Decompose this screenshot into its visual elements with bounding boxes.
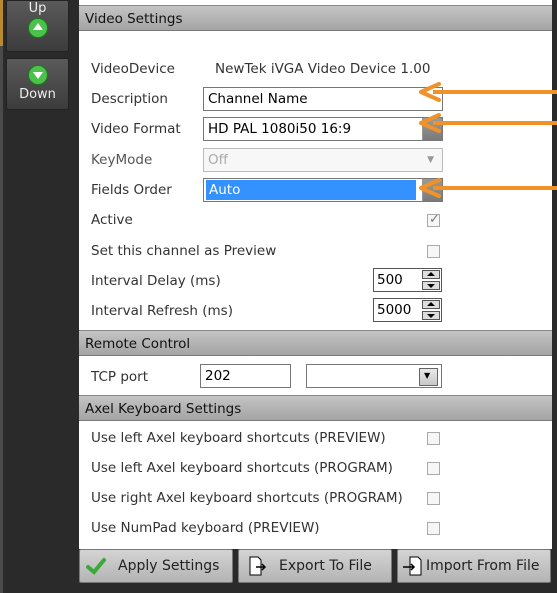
section-header-remote-control: Remote Control: [79, 330, 552, 356]
fields-order-label: Fields Order: [91, 182, 172, 198]
checkmark-icon: [86, 558, 106, 575]
annotation-arrow-fields-order: [419, 178, 557, 198]
interval-refresh-increment[interactable]: [422, 300, 440, 309]
axel-right-program-label: Use right Axel keyboard shortcuts (PROGR…: [91, 490, 403, 506]
axel-left-preview-checkbox[interactable]: [427, 432, 440, 445]
annotation-arrow-description: [419, 82, 557, 102]
video-format-select[interactable]: HD PAL 1080i50 16:9: [203, 117, 443, 141]
active-checkbox[interactable]: ✓: [427, 212, 440, 227]
arrow-up-icon: [27, 18, 48, 38]
axel-left-preview-label: Use left Axel keyboard shortcuts (PREVIE…: [91, 430, 386, 446]
import-from-file-label: Import From File: [426, 558, 540, 574]
left-edge-strip: [0, 0, 3, 593]
fields-order-value: Auto: [206, 180, 416, 200]
axel-left-program-checkbox[interactable]: [427, 462, 440, 475]
interval-refresh-spinner[interactable]: 5000: [373, 298, 442, 322]
up-button[interactable]: Up: [6, 0, 69, 52]
interval-delay-label: Interval Delay (ms): [91, 273, 221, 289]
apply-settings-label: Apply Settings: [118, 558, 220, 574]
import-from-file-button[interactable]: Import From File: [397, 549, 551, 583]
interval-delay-increment[interactable]: [422, 270, 440, 279]
axel-right-program-checkbox[interactable]: [427, 492, 440, 505]
section-header-axel-keyboard: Axel Keyboard Settings: [79, 395, 552, 421]
export-to-file-button[interactable]: Export To File: [238, 549, 392, 583]
set-preview-label: Set this channel as Preview: [91, 243, 277, 259]
interval-refresh-value: 5000: [377, 302, 412, 318]
interval-refresh-spin-buttons: [422, 300, 440, 320]
axel-left-program-label: Use left Axel keyboard shortcuts (PROGRA…: [91, 460, 393, 476]
arrow-down-icon: [27, 65, 48, 85]
fields-order-select[interactable]: Auto: [203, 178, 443, 202]
numpad-preview-checkbox[interactable]: [427, 522, 440, 535]
section-header-video-settings: Video Settings: [79, 5, 552, 31]
import-file-icon: [403, 556, 422, 576]
video-device-value: NewTek iVGA Video Device 1.00: [215, 61, 431, 77]
chevron-down-icon: ▼: [424, 371, 431, 380]
checkmark-icon: ✓: [429, 212, 440, 227]
keymode-select: Off ▼: [203, 148, 443, 172]
interval-delay-value: 500: [377, 272, 403, 288]
description-label: Description: [91, 91, 168, 107]
video-format-label: Video Format: [91, 121, 181, 137]
numpad-preview-label: Use NumPad keyboard (PREVIEW): [91, 520, 320, 536]
down-button-label: Down: [19, 87, 56, 102]
up-button-label: Up: [28, 1, 47, 16]
video-format-value: HD PAL 1080i50 16:9: [208, 121, 352, 137]
set-preview-checkbox[interactable]: [427, 245, 440, 258]
interval-delay-spinner[interactable]: 500: [373, 268, 442, 292]
active-label: Active: [91, 212, 133, 228]
chevron-down-icon: ▼: [427, 155, 434, 165]
interval-refresh-decrement[interactable]: [422, 311, 440, 320]
tcp-port-label: TCP port: [91, 369, 148, 385]
tcp-port-input[interactable]: 202: [200, 364, 291, 388]
keymode-value: Off: [208, 152, 228, 168]
down-button[interactable]: Down: [6, 58, 69, 110]
interval-delay-spin-buttons: [422, 270, 440, 290]
description-input[interactable]: Channel Name: [203, 87, 443, 111]
left-edge-accent: [0, 0, 3, 46]
interval-delay-decrement[interactable]: [422, 281, 440, 290]
interval-refresh-label: Interval Refresh (ms): [91, 303, 233, 319]
export-to-file-label: Export To File: [279, 558, 372, 574]
tcp-select[interactable]: ▼: [306, 364, 442, 388]
export-file-icon: [249, 556, 267, 576]
video-device-label: VideoDevice: [91, 61, 175, 77]
annotation-arrow-video-format: [419, 113, 557, 133]
keymode-label: KeyMode: [91, 152, 153, 168]
apply-settings-button[interactable]: Apply Settings: [79, 549, 233, 583]
tcp-select-dropdown-button[interactable]: ▼: [419, 368, 438, 386]
